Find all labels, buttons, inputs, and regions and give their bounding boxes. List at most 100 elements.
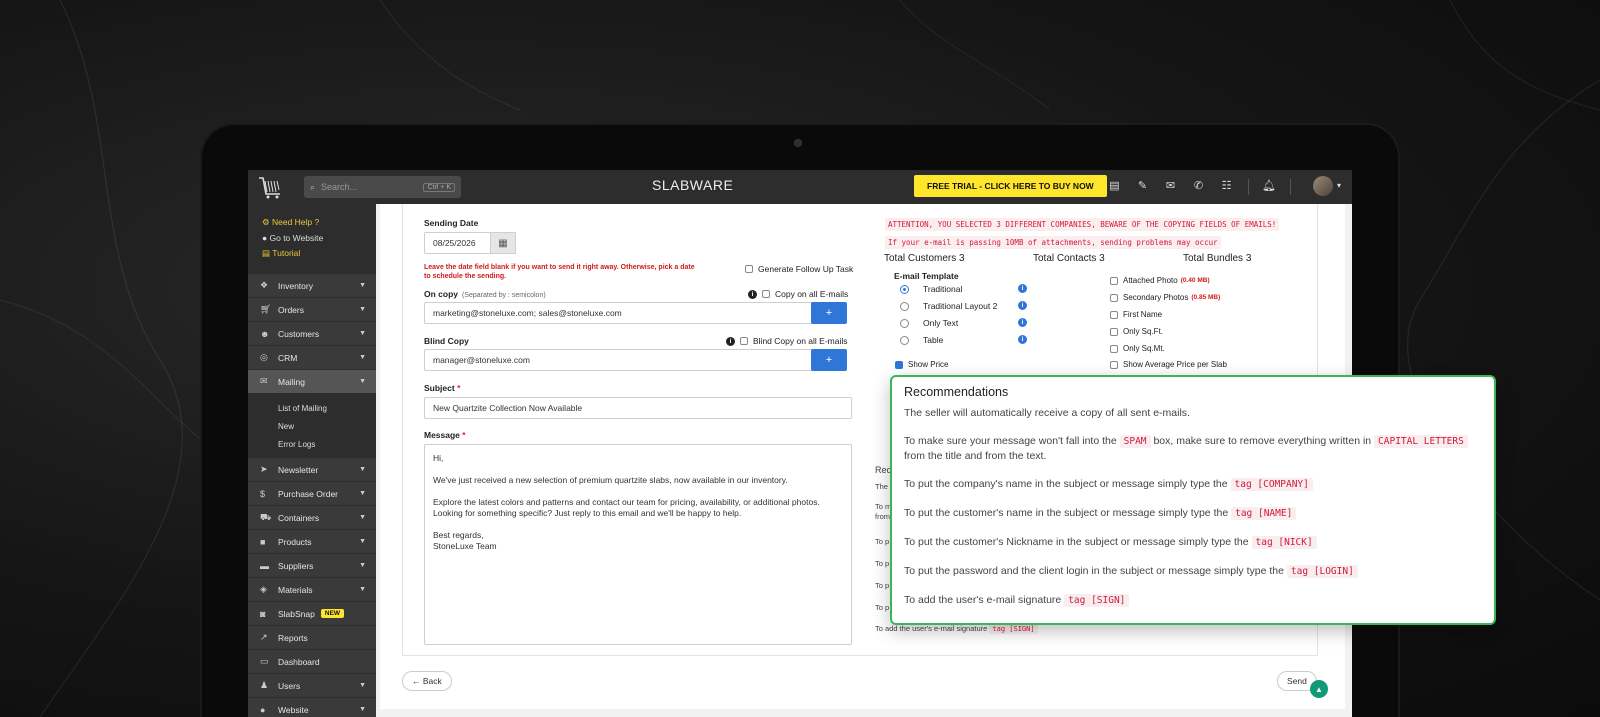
back-button[interactable]: ← Back	[402, 671, 452, 691]
template-radio-traditional-layout-2[interactable]: Traditional Layout 2	[900, 301, 997, 311]
edit-icon[interactable]: ✎	[1136, 180, 1149, 193]
info-icon[interactable]: i	[1018, 335, 1027, 344]
message-paragraph: We've just received a new selection of p…	[433, 475, 788, 485]
search-icon: ⌕	[310, 181, 316, 192]
paper-plane-icon: ➤	[260, 464, 268, 474]
radio-dot[interactable]	[900, 318, 909, 328]
inline-recommendation: To p	[875, 559, 890, 568]
chevron-down-icon[interactable]: ▾	[1337, 181, 1341, 190]
scroll-top-button[interactable]: ▲	[1310, 680, 1328, 698]
secondary-photos-checkbox[interactable]: Secondary Photos (0.85 MB)	[1110, 293, 1220, 302]
sidebar-item-suppliers[interactable]: ▬ Suppliers ▼	[248, 554, 376, 578]
chevron-down-icon: ▼	[359, 282, 366, 289]
add-copy-button[interactable]: +	[811, 302, 847, 324]
checkbox-box[interactable]	[895, 360, 903, 369]
user-avatar[interactable]	[1313, 176, 1333, 196]
blind-copy-all-checkbox[interactable]: i Blind Copy on all E-mails	[726, 336, 847, 346]
avg-price-checkbox[interactable]: Show Average Price per Slab	[1110, 360, 1227, 369]
blind-copy-input[interactable]: manager@stoneluxe.com	[424, 349, 813, 371]
search-bar[interactable]: ⌕ Search... Ctrl + K	[304, 176, 461, 198]
date-warning: Leave the date field blank if you want t…	[424, 264, 695, 280]
users-icon[interactable]: ☷	[1220, 180, 1233, 193]
book-icon: ▤	[262, 248, 273, 258]
radio-dot[interactable]	[900, 335, 909, 345]
calendar-icon[interactable]: ▤	[1108, 180, 1121, 193]
checkbox-box[interactable]	[1110, 360, 1118, 369]
sidebar-item-customers[interactable]: ☻ Customers ▼	[248, 322, 376, 346]
user-icon: ♟	[260, 680, 269, 690]
template-radio-traditional[interactable]: Traditional	[900, 284, 962, 294]
sidebar-item-reports[interactable]: ↗ Reports	[248, 626, 376, 650]
checkbox-box[interactable]	[1110, 310, 1118, 319]
chevron-down-icon: ▼	[359, 706, 366, 713]
attached-photo-checkbox[interactable]: Attached Photo (0.40 MB)	[1110, 276, 1210, 285]
bell-icon[interactable]: 🔔︎	[1262, 180, 1276, 193]
sidebar-item-inventory[interactable]: ❖ Inventory ▼	[248, 274, 376, 298]
info-icon[interactable]: i	[748, 289, 757, 299]
add-blind-copy-button[interactable]: +	[811, 349, 847, 371]
sidebar-item-crm[interactable]: ◎ CRM ▼	[248, 346, 376, 370]
total-bundles: Total Bundles 3	[1183, 253, 1252, 264]
subject-label: Subject *	[424, 383, 461, 393]
globe-icon: ●	[260, 704, 266, 715]
mail-icon[interactable]: ✉	[1164, 180, 1177, 193]
sidebar-item-materials[interactable]: ◈ Materials ▼	[248, 578, 376, 602]
sidebar-item-orders[interactable]: 🛒︎ Orders ▼	[248, 298, 376, 322]
radio-dot[interactable]	[900, 301, 909, 311]
sidebar-item-newsletter[interactable]: ➤ Newsletter ▼	[248, 458, 376, 482]
go-to-website-link[interactable]: ● Go to Website	[262, 233, 376, 243]
inline-recommendation: To m	[875, 502, 892, 511]
sidebar-item-list-of-mailing[interactable]: List of Mailing	[278, 400, 376, 418]
checkbox-box[interactable]	[1110, 327, 1118, 336]
sign-tag: tag [SIGN]	[1064, 594, 1130, 607]
sidebar-item-website[interactable]: ● Website ▼	[248, 698, 376, 717]
message-textarea[interactable]: Hi, We've just received a new selection …	[424, 444, 852, 645]
sidebar-item-dashboard[interactable]: ▭ Dashboard	[248, 650, 376, 674]
sending-date-label: Sending Date	[424, 218, 479, 228]
copy-all-emails-checkbox[interactable]: i Copy on all E-mails	[748, 289, 848, 299]
sidebar-item-purchase-order[interactable]: $ Purchase Order ▼	[248, 482, 376, 506]
checkbox-box[interactable]	[745, 265, 753, 273]
info-icon[interactable]: i	[1018, 284, 1027, 293]
subject-input[interactable]: New Quartzite Collection Now Available	[424, 397, 852, 419]
recommendation-copy: The seller will automatically receive a …	[904, 407, 1190, 419]
checkbox-box[interactable]	[762, 290, 770, 298]
chevron-down-icon: ▼	[359, 330, 366, 337]
tutorial-link[interactable]: ▤ Tutorial	[262, 248, 376, 259]
info-icon[interactable]: i	[726, 336, 735, 346]
first-name-checkbox[interactable]: First Name	[1110, 310, 1162, 319]
sending-date-input[interactable]: 08/25/2026	[424, 232, 491, 254]
sidebar-item-mailing[interactable]: ✉ Mailing ▼	[248, 370, 376, 394]
need-help-link[interactable]: ⚙ Need Help ?	[262, 217, 376, 228]
radio-dot[interactable]	[900, 284, 909, 294]
sidebar: ⚙ Need Help ? ● Go to Website ▤ Tutorial…	[248, 204, 376, 717]
phone-icon[interactable]: ✆	[1192, 180, 1205, 193]
checkbox-box[interactable]	[1110, 344, 1118, 353]
free-trial-button[interactable]: FREE TRIAL - CLICK HERE TO BUY NOW	[914, 175, 1107, 197]
sidebar-item-users[interactable]: ♟ Users ▼	[248, 674, 376, 698]
sidebar-item-error-logs[interactable]: Error Logs	[278, 436, 376, 454]
message-paragraph: Explore the latest colors and patterns a…	[433, 497, 820, 507]
checkbox-box[interactable]	[1110, 276, 1118, 285]
checkbox-box[interactable]	[740, 337, 748, 345]
follow-up-checkbox[interactable]: Generate Follow Up Task	[745, 264, 853, 274]
on-copy-input[interactable]: marketing@stoneluxe.com; sales@stoneluxe…	[424, 302, 813, 324]
help-icon: ⚙	[262, 217, 272, 227]
only-sqft-checkbox[interactable]: Only Sq.Ft.	[1110, 327, 1163, 336]
calendar-icon[interactable]: ▦	[490, 232, 516, 254]
sidebar-item-new-mailing[interactable]: New	[278, 418, 376, 436]
inline-recommendation: The	[875, 482, 888, 491]
sidebar-item-containers[interactable]: ⛟ Containers ▼	[248, 506, 376, 530]
only-sqmt-checkbox[interactable]: Only Sq.Mt.	[1110, 344, 1165, 353]
info-icon[interactable]: i	[1018, 318, 1027, 327]
checkbox-box[interactable]	[1110, 293, 1118, 302]
slabware-logo[interactable]	[256, 174, 284, 200]
app-title: SLABWARE	[652, 177, 734, 193]
template-radio-table[interactable]: Table	[900, 335, 943, 345]
template-radio-only-text[interactable]: Only Text	[900, 318, 958, 328]
show-price-checkbox[interactable]: Show Price	[895, 360, 948, 369]
sidebar-item-slabsnap[interactable]: ◙ SlabSnap NEW	[248, 602, 376, 626]
chevron-down-icon: ▼	[359, 586, 366, 593]
info-icon[interactable]: i	[1018, 301, 1027, 310]
sidebar-item-products[interactable]: ■ Products ▼	[248, 530, 376, 554]
